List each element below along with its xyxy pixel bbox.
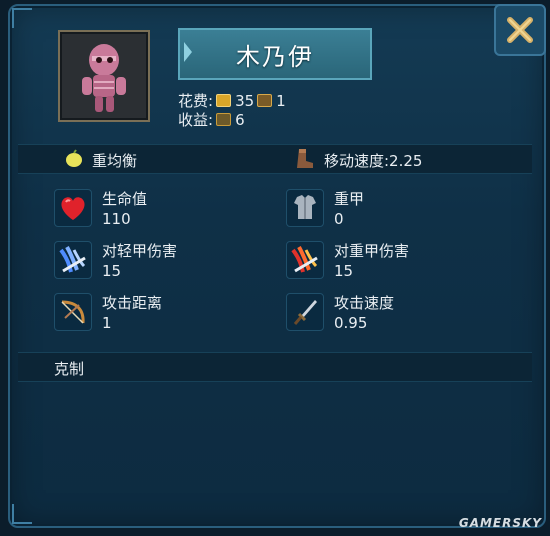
panel-corner-decoration — [12, 504, 32, 524]
watermark: GAMERSKY — [458, 516, 542, 530]
lemon-icon — [66, 149, 82, 167]
bow-icon — [54, 293, 92, 331]
dagger-icon — [286, 293, 324, 331]
cost-label: 花费: — [178, 92, 214, 110]
stat-armor: 重甲 0 — [286, 189, 364, 229]
stat-attack-speed: 攻击速度 0.95 — [286, 293, 394, 333]
unit-name: 木乃伊 — [236, 42, 314, 71]
cost-gold-value: 35 — [235, 91, 255, 110]
attack-speed-value: 0.95 — [334, 314, 368, 332]
heart-icon — [54, 189, 92, 227]
stat-hp: 生命值 110 — [54, 189, 147, 229]
range-label: 攻击距离 — [102, 294, 163, 312]
income-row: 收益: 6 — [178, 109, 245, 130]
stat-light-damage: 对轻甲伤害 15 — [54, 241, 177, 281]
hp-value: 110 — [102, 210, 131, 228]
move-speed-text: 移动速度:2.25 — [324, 152, 423, 170]
gold-coin-icon — [216, 94, 232, 107]
summary-strip: 重均衡 移动速度:2.25 — [18, 144, 532, 174]
heavy-damage-value: 15 — [334, 262, 354, 280]
boot-icon — [297, 149, 313, 168]
mummy-icon — [82, 44, 126, 112]
income-icon — [216, 113, 232, 126]
close-x-icon — [507, 17, 533, 43]
close-button[interactable] — [494, 4, 546, 56]
hp-label: 生命值 — [102, 190, 148, 208]
light-damage-label: 对轻甲伤害 — [102, 242, 178, 260]
heavy-damage-label: 对重甲伤害 — [334, 242, 410, 260]
unit-name-plate: 木乃伊 — [178, 28, 372, 80]
range-value: 1 — [102, 314, 112, 332]
role-text: 重均衡 — [92, 152, 138, 170]
panel-corner-decoration — [12, 8, 32, 28]
stat-range: 攻击距离 1 — [54, 293, 162, 333]
armor-label: 重甲 — [334, 190, 365, 208]
blue-claw-icon — [54, 241, 92, 279]
stat-heavy-damage: 对重甲伤害 15 — [286, 241, 409, 281]
income-value: 6 — [235, 110, 245, 129]
red-claw-icon — [286, 241, 324, 279]
light-damage-value: 15 — [102, 262, 122, 280]
counter-strip: 克制 — [18, 352, 532, 382]
cost-row: 花费: 35 1 — [178, 90, 286, 111]
counter-label: 克制 — [54, 360, 85, 378]
armor-value: 0 — [334, 210, 344, 228]
income-label: 收益: — [178, 111, 214, 129]
cost-pop-value: 1 — [276, 91, 286, 110]
chestplate-icon — [286, 189, 324, 227]
attack-speed-label: 攻击速度 — [334, 294, 395, 312]
unit-population-icon — [257, 94, 273, 107]
unit-portrait — [58, 30, 150, 122]
